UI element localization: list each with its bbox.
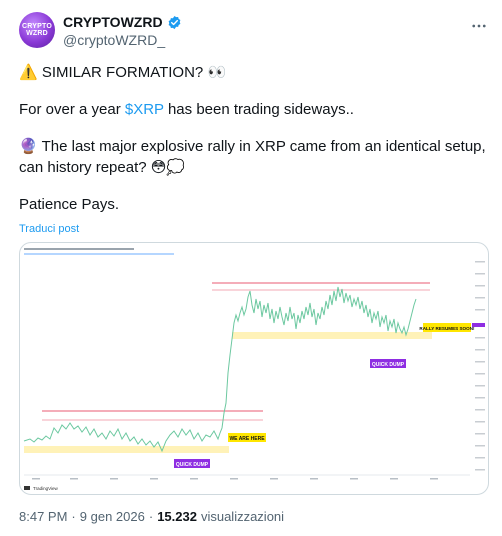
tweet-line-1: ⚠️ SIMILAR FORMATION? 👀: [19, 62, 489, 83]
quick-dump-right-label: QUICK DUMP: [370, 359, 406, 368]
svg-text:WE ARE HERE: WE ARE HERE: [229, 436, 265, 442]
crystal-ball-emoji: 🔮: [19, 138, 38, 155]
tweet-time[interactable]: 8:47 PM: [19, 509, 67, 524]
chart-header-line: [24, 248, 134, 250]
author-names: CRYPTOWZRD @cryptoWZRD_: [63, 14, 182, 48]
price-line: [23, 286, 417, 453]
tweet-line-2-prefix: For over a year: [19, 101, 125, 118]
tweet-line-4: Patience Pays.: [19, 196, 120, 213]
flushed-thought-emoji: 😳💭: [150, 159, 186, 176]
tweet-line-3-text: The last major explosive rally in XRP ca…: [19, 138, 486, 176]
chart-header-line-2: [24, 253, 174, 255]
views-label: visualizzazioni: [200, 509, 285, 524]
handle[interactable]: @cryptoWZRD_: [63, 32, 182, 48]
meta-separator-2: ·: [148, 509, 154, 524]
warning-emoji: ⚠️: [19, 64, 38, 81]
time-axis-ticks: [32, 478, 438, 480]
tweet-line-1-text: SIMILAR FORMATION?: [41, 64, 204, 81]
tweet-meta: 8:47 PM · 9 gen 2026 · 15.232 visualizza…: [19, 509, 284, 524]
tradingview-watermark: TradingView: [24, 486, 59, 491]
rally-resumes-label: RALLY RESUMES SOON!: [419, 323, 475, 332]
meta-separator: ·: [71, 509, 76, 524]
views-count: 15.232: [157, 509, 197, 524]
cashtag-link[interactable]: $XRP: [125, 101, 164, 118]
tweet-date[interactable]: 9 gen 2026: [80, 509, 145, 524]
tweet-header: CRYPTO WZRD CRYPTOWZRD @cryptoWZRD_: [19, 12, 489, 52]
we-are-here-label: WE ARE HERE: [228, 433, 266, 442]
left-support-zone: [24, 446, 229, 453]
quick-dump-left-label: QUICK DUMP: [174, 459, 210, 468]
svg-text:QUICK DUMP: QUICK DUMP: [176, 462, 209, 468]
display-name[interactable]: CRYPTOWZRD: [63, 14, 163, 30]
chart-svg: WE ARE HERE QUICK DUMP QUICK DUMP RALLY …: [23, 248, 485, 491]
more-options-icon[interactable]: [469, 16, 489, 36]
tweet-line-2: For over a year $XRP has been trading si…: [19, 99, 489, 120]
eyes-emoji: 👀: [207, 64, 227, 81]
tweet-line-3: 🔮 The last major explosive rally in XRP …: [19, 136, 489, 178]
tweet-line-2-suffix: has been trading sideways..: [163, 101, 354, 118]
tweet-text: ⚠️ SIMILAR FORMATION? 👀 For over a year …: [19, 62, 489, 215]
svg-text:QUICK DUMP: QUICK DUMP: [372, 362, 405, 368]
avatar[interactable]: CRYPTO WZRD: [19, 12, 55, 48]
avatar-text: CRYPTO WZRD: [22, 23, 52, 37]
price-axis: [472, 261, 485, 471]
translate-post-link[interactable]: Traduci post: [19, 223, 79, 235]
tweet-media-chart[interactable]: WE ARE HERE QUICK DUMP QUICK DUMP RALLY …: [19, 242, 489, 495]
name-row: CRYPTOWZRD: [63, 14, 182, 30]
svg-text:RALLY RESUMES SOON!: RALLY RESUMES SOON!: [419, 326, 475, 331]
svg-text:TradingView: TradingView: [33, 486, 59, 491]
verified-badge-icon[interactable]: [167, 15, 182, 30]
